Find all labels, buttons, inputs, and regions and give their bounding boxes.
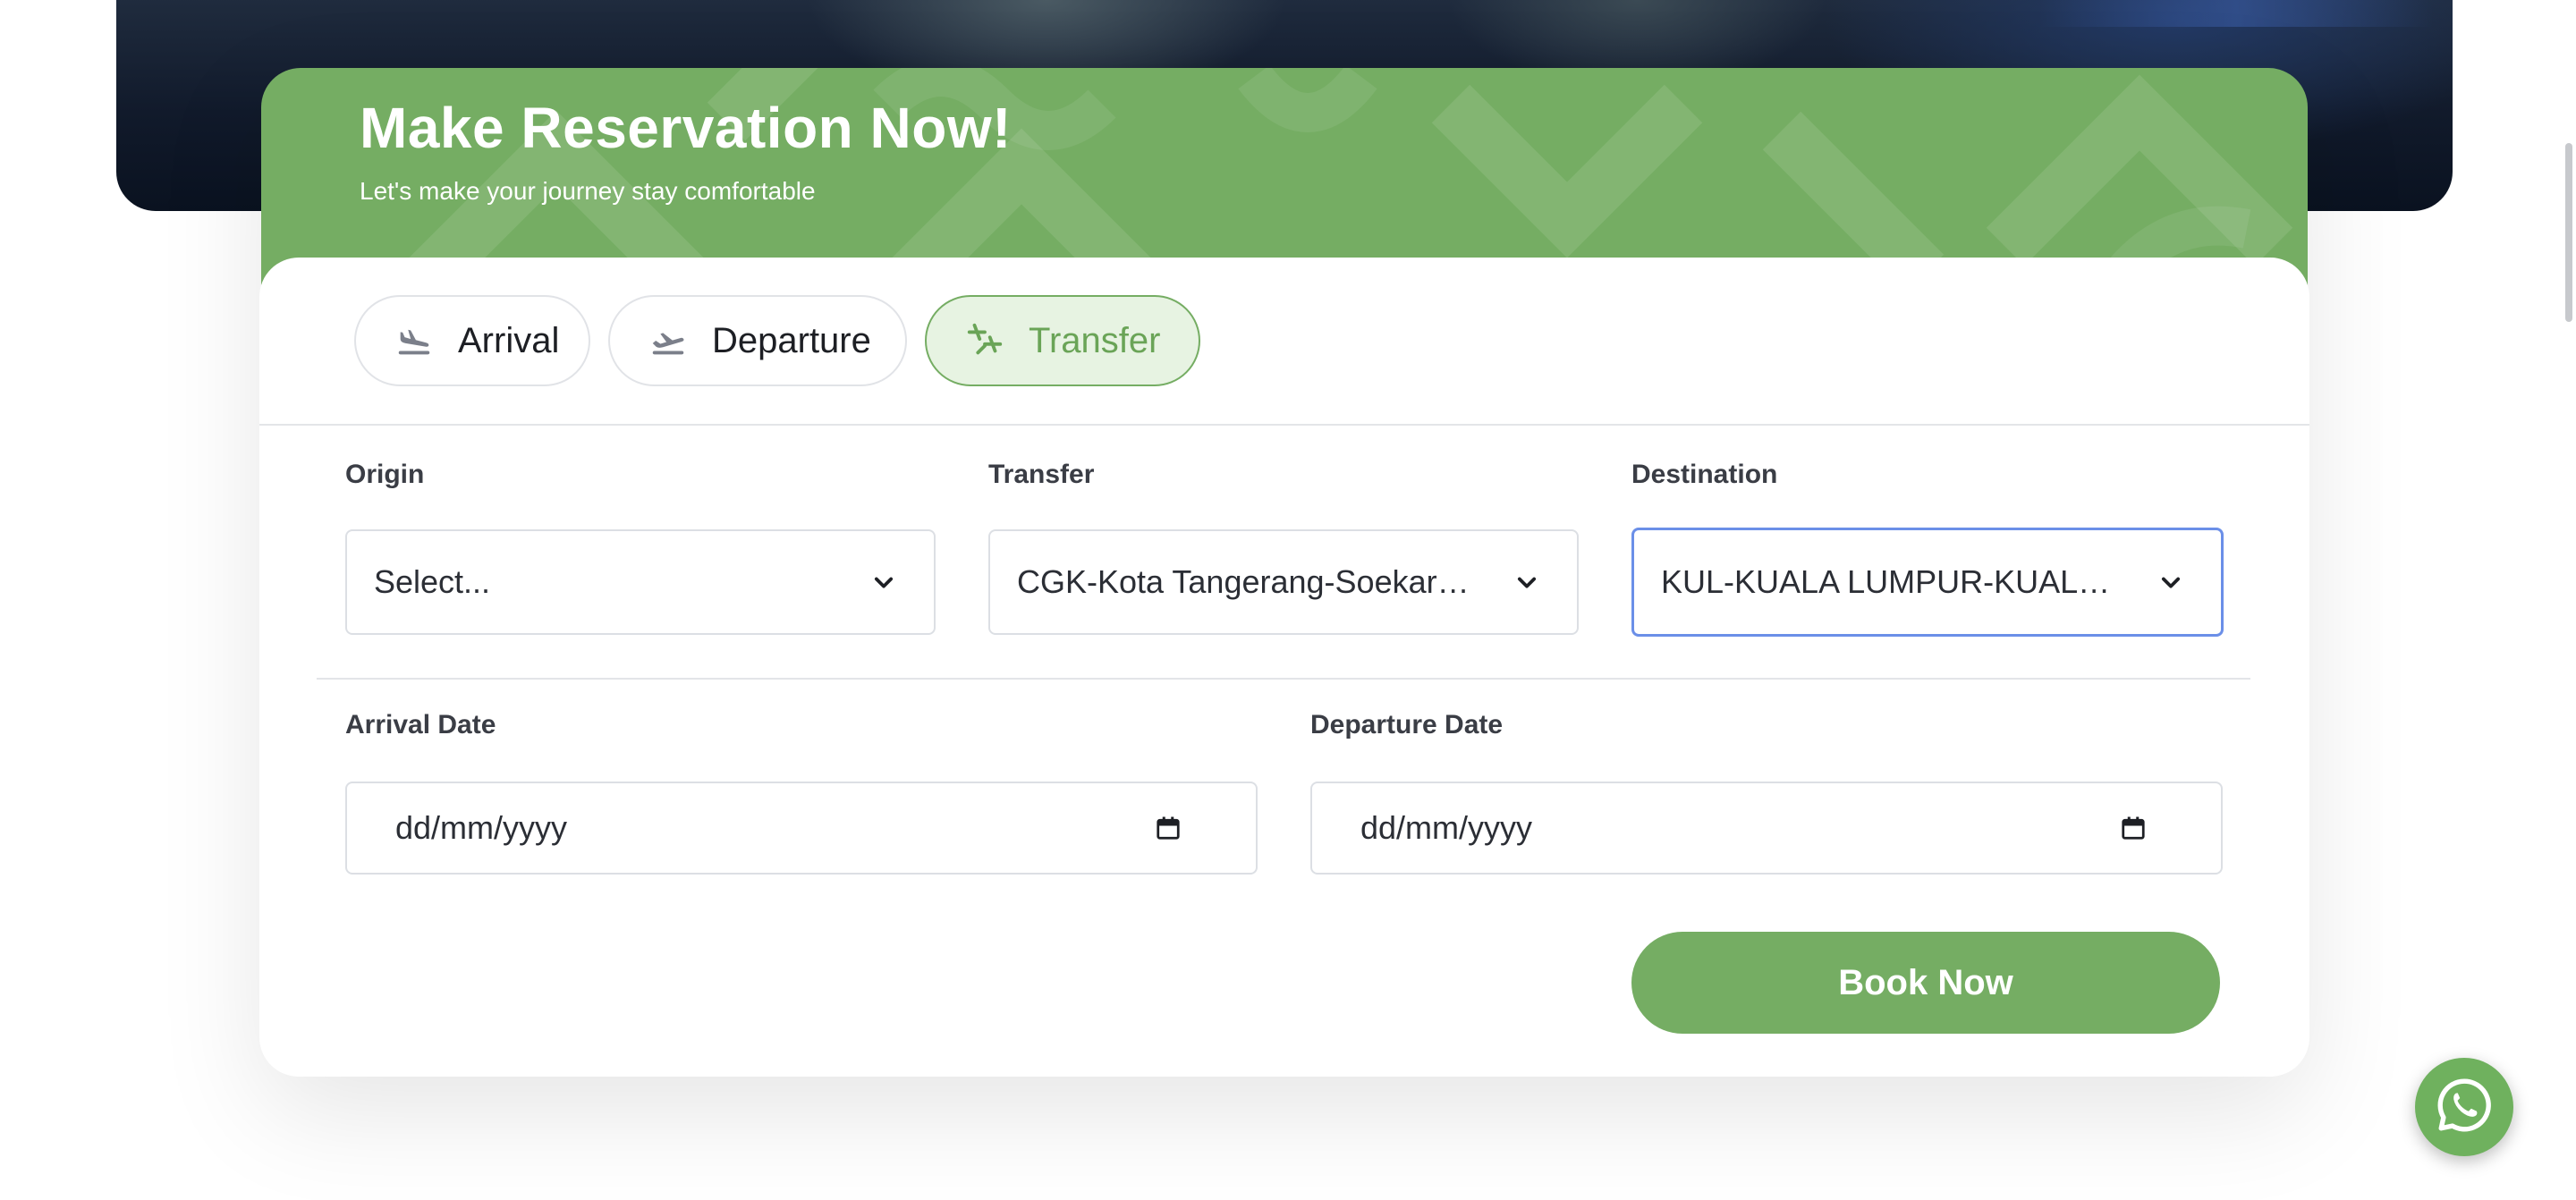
page-subtitle: Let's make your journey stay comfortable	[360, 177, 816, 205]
tabs-divider	[259, 424, 2309, 426]
reservation-form-card: Arrival Departure Transfer Origin Select…	[259, 258, 2309, 1077]
destination-select[interactable]: KUL-KUALA LUMPUR-KUALA LUMPUR	[1631, 528, 2224, 637]
destination-label: Destination	[1631, 460, 1778, 489]
plane-takeoff-icon	[646, 318, 691, 363]
book-now-button[interactable]: Book Now	[1631, 932, 2220, 1034]
arrival-date-label: Arrival Date	[345, 710, 496, 739]
page-title: Make Reservation Now!	[360, 96, 1012, 160]
arrival-date-input[interactable]: dd/mm/yyyy	[345, 782, 1258, 875]
departure-date-placeholder: dd/mm/yyyy	[1360, 809, 1533, 846]
origin-select[interactable]: Select...	[345, 529, 936, 635]
whatsapp-button[interactable]	[2415, 1058, 2513, 1156]
transfer-select[interactable]: CGK-Kota Tangerang-Soekarno-Hatta	[988, 529, 1579, 635]
arrival-date-placeholder: dd/mm/yyyy	[395, 809, 568, 846]
transfer-label: Transfer	[988, 460, 1095, 489]
tab-label: Arrival	[458, 320, 560, 360]
departure-date-input[interactable]: dd/mm/yyyy	[1310, 782, 2223, 875]
tab-departure[interactable]: Departure	[608, 295, 907, 386]
transfer-value: CGK-Kota Tangerang-Soekarno-Hatta	[1017, 563, 1482, 600]
plane-landing-icon	[392, 318, 436, 363]
chevron-down-icon	[866, 564, 902, 600]
tab-label: Transfer	[1029, 320, 1161, 360]
origin-value: Select...	[374, 563, 491, 600]
calendar-icon[interactable]	[1152, 812, 1184, 844]
tab-label: Departure	[712, 320, 871, 360]
origin-label: Origin	[345, 460, 425, 489]
form-divider	[317, 678, 2250, 680]
chevron-down-icon	[1509, 564, 1545, 600]
whatsapp-icon	[2435, 1076, 2494, 1139]
tab-transfer[interactable]: Transfer	[925, 295, 1200, 386]
page-scrollbar[interactable]	[2565, 143, 2572, 322]
plane-transfer-icon	[962, 318, 1007, 363]
destination-value: KUL-KUALA LUMPUR-KUALA LUMPUR	[1661, 563, 2126, 600]
chevron-down-icon	[2153, 564, 2189, 600]
tab-arrival[interactable]: Arrival	[354, 295, 590, 386]
calendar-icon[interactable]	[2117, 812, 2149, 844]
hero-decoration	[2039, 0, 2433, 27]
departure-date-label: Departure Date	[1310, 710, 1504, 739]
